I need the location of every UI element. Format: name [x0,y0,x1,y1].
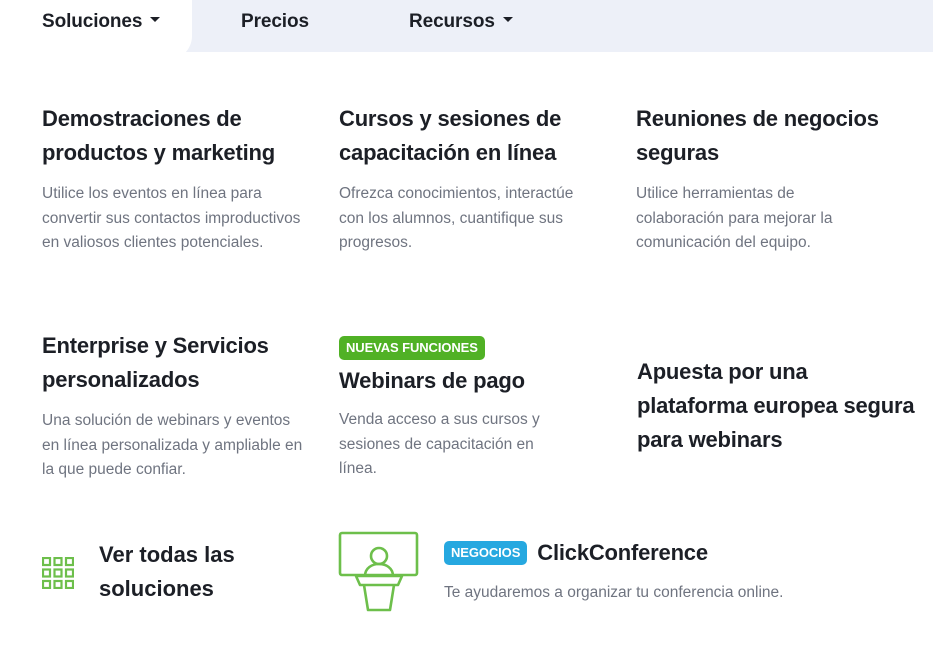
card-desc: Utilice los eventos en línea para conver… [42,185,301,251]
view-all-solutions-label: Ver todas las soluciones [99,542,235,601]
grid-icon [42,557,74,589]
view-all-solutions-link[interactable]: Ver todas las soluciones [42,538,282,610]
card-desc: Una solución de webinars y eventos en lí… [42,412,303,478]
new-features-badge: NUEVAS FUNCIONES [339,336,485,360]
card-enterprise[interactable]: Enterprise y Servicios personalizados Un… [42,329,308,483]
card-webinars-pago[interactable]: NUEVAS FUNCIONES Webinars de pago Venda … [339,336,569,482]
nav-precios[interactable]: Precios [241,11,309,33]
clickconference-header: NEGOCIOS ClickConference [444,540,708,566]
card-desc: Ofrezca conocimientos, interactúe con lo… [339,185,574,251]
presenter-icon [338,531,419,612]
clickconference-link[interactable]: NEGOCIOS ClickConference Te ayudaremos a… [338,530,818,614]
card-cursos[interactable]: Cursos y sesiones de capacitación en lín… [339,102,599,256]
clickconference-title: ClickConference [537,540,708,565]
european-platform-heading: Apuesta por una plataforma europea segur… [637,359,915,452]
card-title: Reuniones de negocios seguras [636,106,879,165]
business-badge: NEGOCIOS [444,541,528,565]
card-desc: Venda acceso a sus cursos y sesiones de … [339,411,540,477]
card-title: Enterprise y Servicios personalizados [42,333,269,392]
card-title: Demostraciones de productos y marketing [42,106,275,165]
clickconference-desc: Te ayudaremos a organizar tu conferencia… [444,584,784,601]
card-title: Cursos y sesiones de capacitación en lín… [339,106,562,165]
card-reuniones[interactable]: Reuniones de negocios seguras Utilice he… [636,102,886,256]
nav-soluciones[interactable]: Soluciones [42,11,160,33]
card-desc: Utilice herramientas de colaboración par… [636,185,833,251]
nav-recursos[interactable]: Recursos [409,11,513,33]
card-demos-marketing[interactable]: Demostraciones de productos y marketing … [42,102,304,256]
card-title: Webinars de pago [339,368,525,393]
